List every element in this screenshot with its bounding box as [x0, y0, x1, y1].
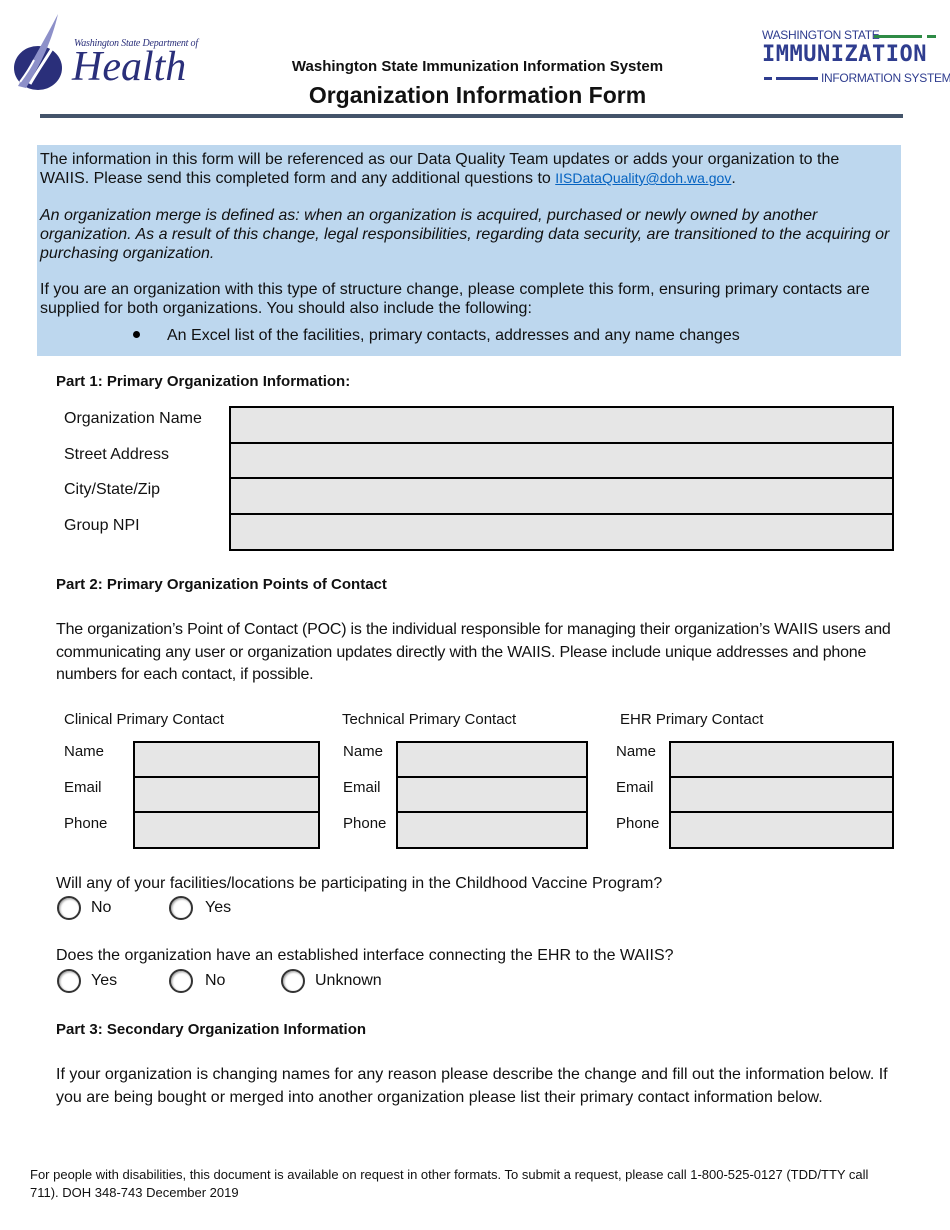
poc-description: The organization’s Point of Contact (POC… [56, 621, 891, 683]
ehr-name-input[interactable] [669, 741, 894, 778]
clinical-phone-input[interactable] [133, 811, 320, 849]
email-link[interactable]: IISDataQuality@doh.wa.gov [555, 170, 731, 186]
iis-logo-line3: INFORMATION SYSTEM [821, 71, 950, 85]
technical-name-input[interactable] [396, 741, 588, 778]
technical-email-input[interactable] [396, 776, 588, 813]
cvp-no-radio[interactable] [57, 896, 81, 920]
logo-green-dash [927, 35, 936, 38]
org-name-input[interactable] [229, 406, 894, 444]
page-title: Organization Information Form [308, 82, 647, 108]
part3-heading: Part 3: Secondary Organization Informati… [56, 1021, 367, 1038]
bullet-icon [133, 331, 140, 338]
feather-logo-icon [14, 14, 62, 90]
part3-description: If your organization is changing names f… [56, 1066, 888, 1106]
cvp-yes-radio[interactable] [169, 896, 193, 920]
logo-green-bar [874, 35, 922, 38]
logo-blue-dash [764, 77, 772, 80]
doh-logo-line2: Health [72, 44, 187, 90]
iis-logo-line2: IMMUNIZATION [762, 42, 927, 67]
iis-logo-line1: WASHINGTON STATE [762, 28, 880, 42]
doh-logo: Washington State Department of Health [12, 12, 198, 94]
info-box: The information in this form will be ref… [37, 145, 901, 356]
ehr-name-label: Name [616, 743, 657, 760]
technical-email-label: Email [343, 779, 381, 796]
interface-unknown-radio[interactable] [281, 969, 305, 993]
part2-heading: Part 2: Primary Organization Points of C… [56, 576, 387, 593]
info-paragraph-3: If you are an organization with this typ… [40, 281, 870, 317]
group-npi-label: Group NPI [64, 517, 140, 534]
clinical-name-label: Name [64, 743, 105, 760]
cvp-no-label: No [91, 899, 112, 916]
interface-unknown-label: Unknown [315, 972, 382, 989]
cvp-question: Will any of your facilities/locations be… [56, 875, 663, 892]
interface-no-radio[interactable] [169, 969, 193, 993]
footer-note: For people with disabilities, this docum… [30, 1167, 869, 1200]
info-paragraph-1-end: . [731, 170, 736, 187]
ehr-email-input[interactable] [669, 776, 894, 813]
clinical-phone-label: Phone [64, 815, 108, 832]
interface-yes-label: Yes [91, 972, 118, 989]
merge-definition: An organization merge is defined as: whe… [40, 207, 890, 262]
ehr-email-label: Email [616, 779, 654, 796]
technical-contact-title: Technical Primary Contact [342, 711, 517, 728]
header-divider [40, 114, 903, 118]
org-name-label: Organization Name [64, 410, 202, 427]
ehr-phone-input[interactable] [669, 811, 894, 849]
technical-phone-label: Phone [343, 815, 387, 832]
header-subtitle: Washington State Immunization Informatio… [291, 58, 664, 75]
ehr-phone-label: Phone [616, 815, 660, 832]
street-address-label: Street Address [64, 446, 169, 463]
clinical-email-input[interactable] [133, 776, 320, 813]
logo-blue-bar [776, 77, 818, 80]
part1-heading: Part 1: Primary Organization Information… [56, 373, 351, 390]
info-paragraph-1: The information in this form will be ref… [40, 150, 890, 188]
cvp-yes-label: Yes [205, 899, 232, 916]
interface-yes-radio[interactable] [57, 969, 81, 993]
clinical-contact-title: Clinical Primary Contact [64, 711, 225, 728]
bullet-item: An Excel list of the facilities, primary… [167, 327, 740, 344]
group-npi-input[interactable] [229, 513, 894, 551]
clinical-email-label: Email [64, 779, 102, 796]
ehr-contact-title: EHR Primary Contact [620, 711, 764, 728]
iis-logo: WASHINGTON STATE IMMUNIZATION INFORMATIO… [762, 26, 950, 86]
clinical-name-input[interactable] [133, 741, 320, 778]
technical-phone-input[interactable] [396, 811, 588, 849]
city-state-zip-label: City/State/Zip [64, 481, 161, 498]
ehr-interface-question: Does the organization have an establishe… [56, 947, 674, 964]
technical-name-label: Name [343, 743, 384, 760]
interface-no-label: No [205, 972, 226, 989]
street-address-input[interactable] [229, 442, 894, 479]
city-state-zip-input[interactable] [229, 477, 894, 515]
